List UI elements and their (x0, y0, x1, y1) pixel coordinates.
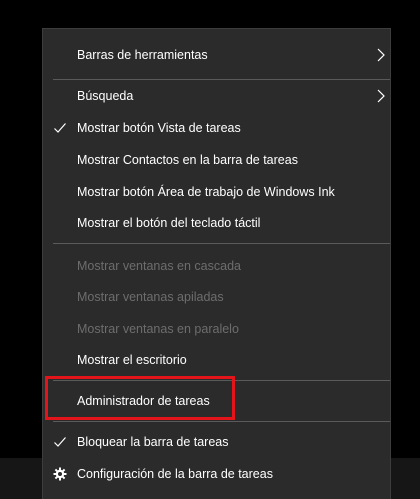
menu-item-stacked-windows: Mostrar ventanas apiladas (43, 283, 390, 311)
menu-separator (53, 421, 390, 422)
checkmark-icon (53, 435, 67, 449)
checkmark-icon (53, 121, 67, 135)
menu-item-label: Búsqueda (77, 89, 134, 103)
menu-item-cascade-windows: Mostrar ventanas en cascada (43, 252, 390, 280)
menu-item-side-by-side-windows: Mostrar ventanas en paralelo (43, 315, 390, 343)
menu-separator (53, 79, 390, 80)
menu-item-label: Administrador de tareas (77, 394, 210, 408)
menu-item-show-touch-keyboard[interactable]: Mostrar el botón del teclado táctil (43, 209, 390, 237)
menu-item-label: Mostrar Contactos en la barra de tareas (77, 153, 298, 167)
chevron-right-icon (377, 48, 385, 62)
menu-item-show-windows-ink[interactable]: Mostrar botón Área de trabajo de Windows… (43, 178, 390, 206)
menu-separator (53, 380, 390, 381)
menu-separator (53, 243, 390, 244)
menu-item-label: Mostrar ventanas apiladas (77, 290, 224, 304)
menu-item-label: Mostrar el botón del teclado táctil (77, 216, 261, 230)
taskbar-context-menu: Barras de herramientas Búsqueda Mostrar … (42, 28, 391, 499)
menu-item-label: Bloquear la barra de tareas (77, 435, 229, 449)
menu-item-lock-taskbar[interactable]: Bloquear la barra de tareas (43, 428, 390, 456)
menu-item-search[interactable]: Búsqueda (43, 82, 390, 110)
chevron-right-icon (377, 89, 385, 103)
menu-item-label: Mostrar botón Área de trabajo de Windows… (77, 185, 335, 199)
menu-item-label: Mostrar ventanas en cascada (77, 259, 241, 273)
menu-item-label: Configuración de la barra de tareas (77, 467, 273, 481)
menu-item-label: Mostrar ventanas en paralelo (77, 322, 239, 336)
menu-item-show-desktop[interactable]: Mostrar el escritorio (43, 346, 390, 374)
menu-item-label: Barras de herramientas (77, 48, 208, 62)
menu-item-show-people[interactable]: Mostrar Contactos en la barra de tareas (43, 146, 390, 174)
menu-item-label: Mostrar botón Vista de tareas (77, 121, 241, 135)
gear-icon (53, 467, 67, 481)
menu-item-toolbars[interactable]: Barras de herramientas (43, 41, 390, 69)
menu-item-show-task-view[interactable]: Mostrar botón Vista de tareas (43, 114, 390, 142)
menu-item-label: Mostrar el escritorio (77, 353, 187, 367)
menu-item-taskbar-settings[interactable]: Configuración de la barra de tareas (43, 460, 390, 488)
menu-item-task-manager[interactable]: Administrador de tareas (43, 387, 390, 415)
